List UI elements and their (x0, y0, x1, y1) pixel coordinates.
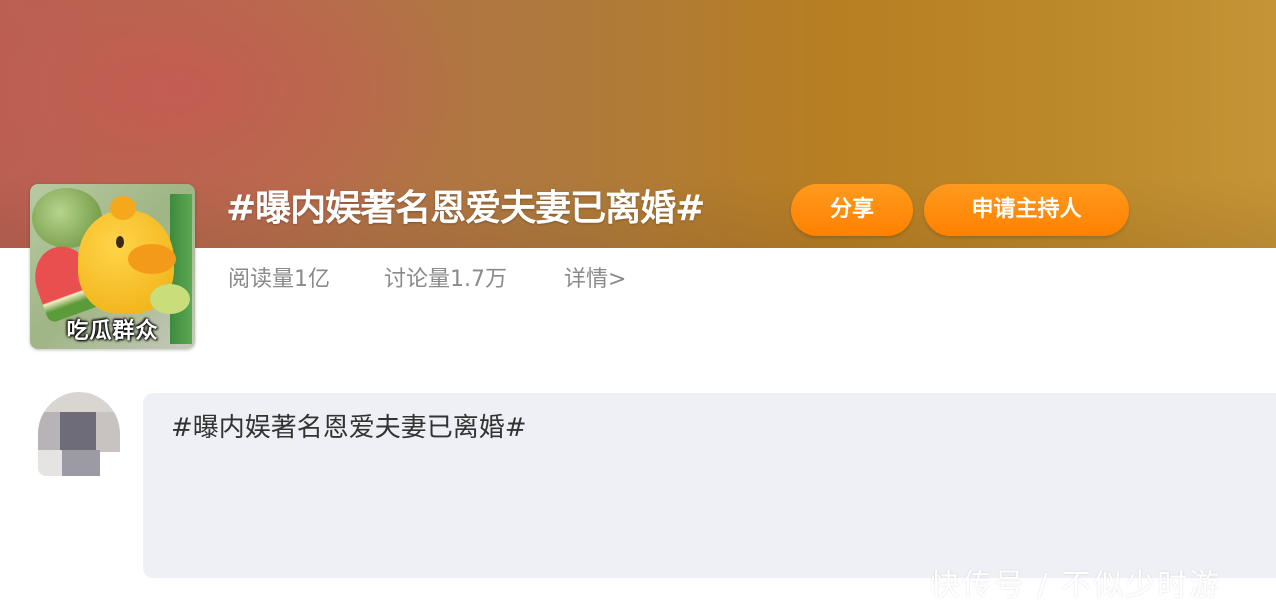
cover-caption: 吃瓜群众 (66, 319, 159, 344)
avatar-pixel (96, 412, 120, 452)
duck-tuft-graphic (110, 196, 136, 220)
topic-cover-image: 吃瓜群众 (30, 184, 195, 349)
avatar-pixel (60, 412, 100, 452)
compose-box[interactable]: #曝内娱著名恩爱夫妻已离婚# (143, 393, 1276, 578)
share-button[interactable]: 分享 (791, 184, 913, 236)
duck-beak-graphic (128, 244, 176, 274)
duck-eye-graphic (116, 236, 124, 248)
detail-link[interactable]: 详情> (564, 262, 626, 298)
compose-text[interactable]: #曝内娱著名恩爱夫妻已离婚# (171, 407, 527, 444)
avatar-pixel (38, 450, 62, 476)
source-watermark: 快传号 / 不似少时游 (930, 568, 1222, 603)
read-count: 阅读量1亿 (228, 267, 330, 292)
discussion-count: 讨论量1.7万 (384, 267, 507, 292)
apply-host-button[interactable]: 申请主持人 (924, 184, 1129, 236)
user-avatar[interactable] (38, 392, 120, 476)
apple-graphic (150, 284, 190, 314)
topic-title: #曝内娱著名恩爱夫妻已离婚# (226, 188, 705, 229)
avatar-pixel (60, 450, 100, 476)
